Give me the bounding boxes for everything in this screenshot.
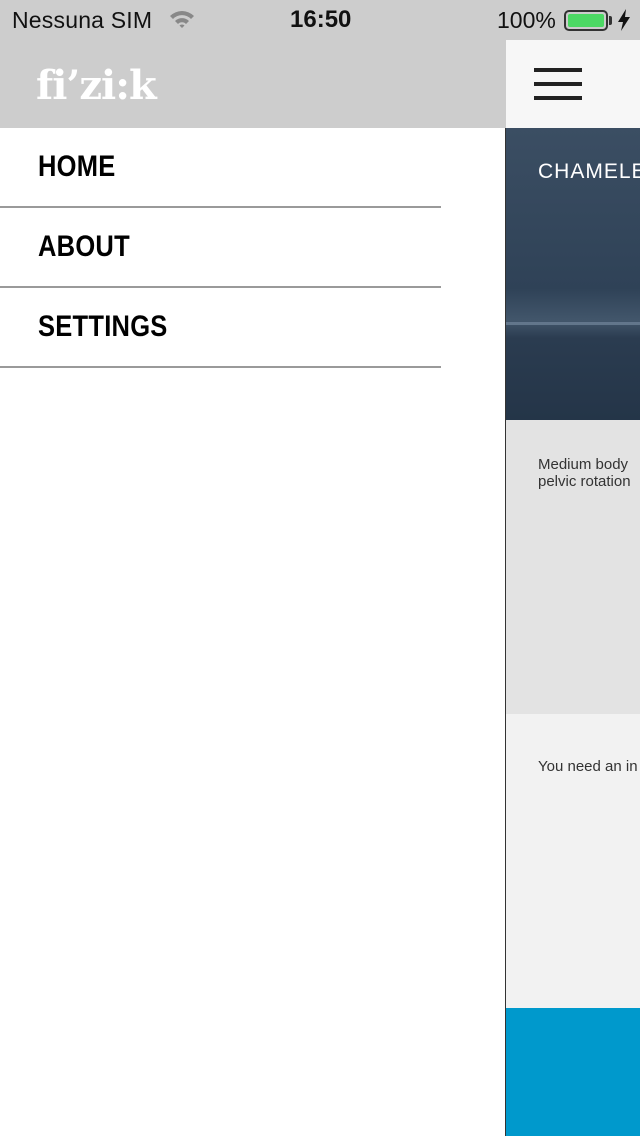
- battery-icon: [564, 10, 608, 31]
- drawer-menu: HOME ABOUT SETTINGS: [0, 128, 441, 368]
- clock: 16:50: [290, 6, 352, 33]
- description-text: Medium body pelvic rotation: [538, 456, 631, 490]
- fizik-logo: fi’zi:k: [36, 62, 157, 109]
- notice-text: You need an in: [538, 758, 638, 775]
- main-content-panel: CHAMELE Medium body pelvic rotation You …: [505, 40, 640, 1136]
- menu-item-label: ABOUT: [38, 230, 130, 263]
- carrier-label: Nessuna SIM: [12, 7, 153, 33]
- menu-item-home[interactable]: HOME: [0, 128, 441, 208]
- menu-item-label: SETTINGS: [38, 310, 168, 343]
- action-button[interactable]: [506, 1008, 640, 1136]
- menu-item-about[interactable]: ABOUT: [0, 208, 441, 288]
- drawer-header: fi’zi:k: [0, 40, 506, 128]
- description-section: Medium body pelvic rotation: [506, 420, 640, 714]
- content-navbar: [506, 40, 640, 128]
- battery-terminal: [609, 16, 612, 25]
- notice-section: You need an in: [506, 714, 640, 1008]
- banner-stripe: [506, 322, 640, 325]
- charging-bolt-icon: [618, 9, 630, 31]
- menu-item-settings[interactable]: SETTINGS: [0, 288, 441, 368]
- battery-percentage: 100%: [497, 7, 556, 33]
- status-bar: Nessuna SIM 16:50 100%: [0, 0, 640, 40]
- battery-level-fill: [568, 14, 604, 27]
- wifi-icon: [170, 11, 194, 28]
- banner-title: CHAMELE: [538, 160, 640, 183]
- menu-item-label: HOME: [38, 150, 116, 183]
- hamburger-menu-icon[interactable]: [534, 68, 582, 100]
- product-banner[interactable]: CHAMELE: [506, 128, 640, 420]
